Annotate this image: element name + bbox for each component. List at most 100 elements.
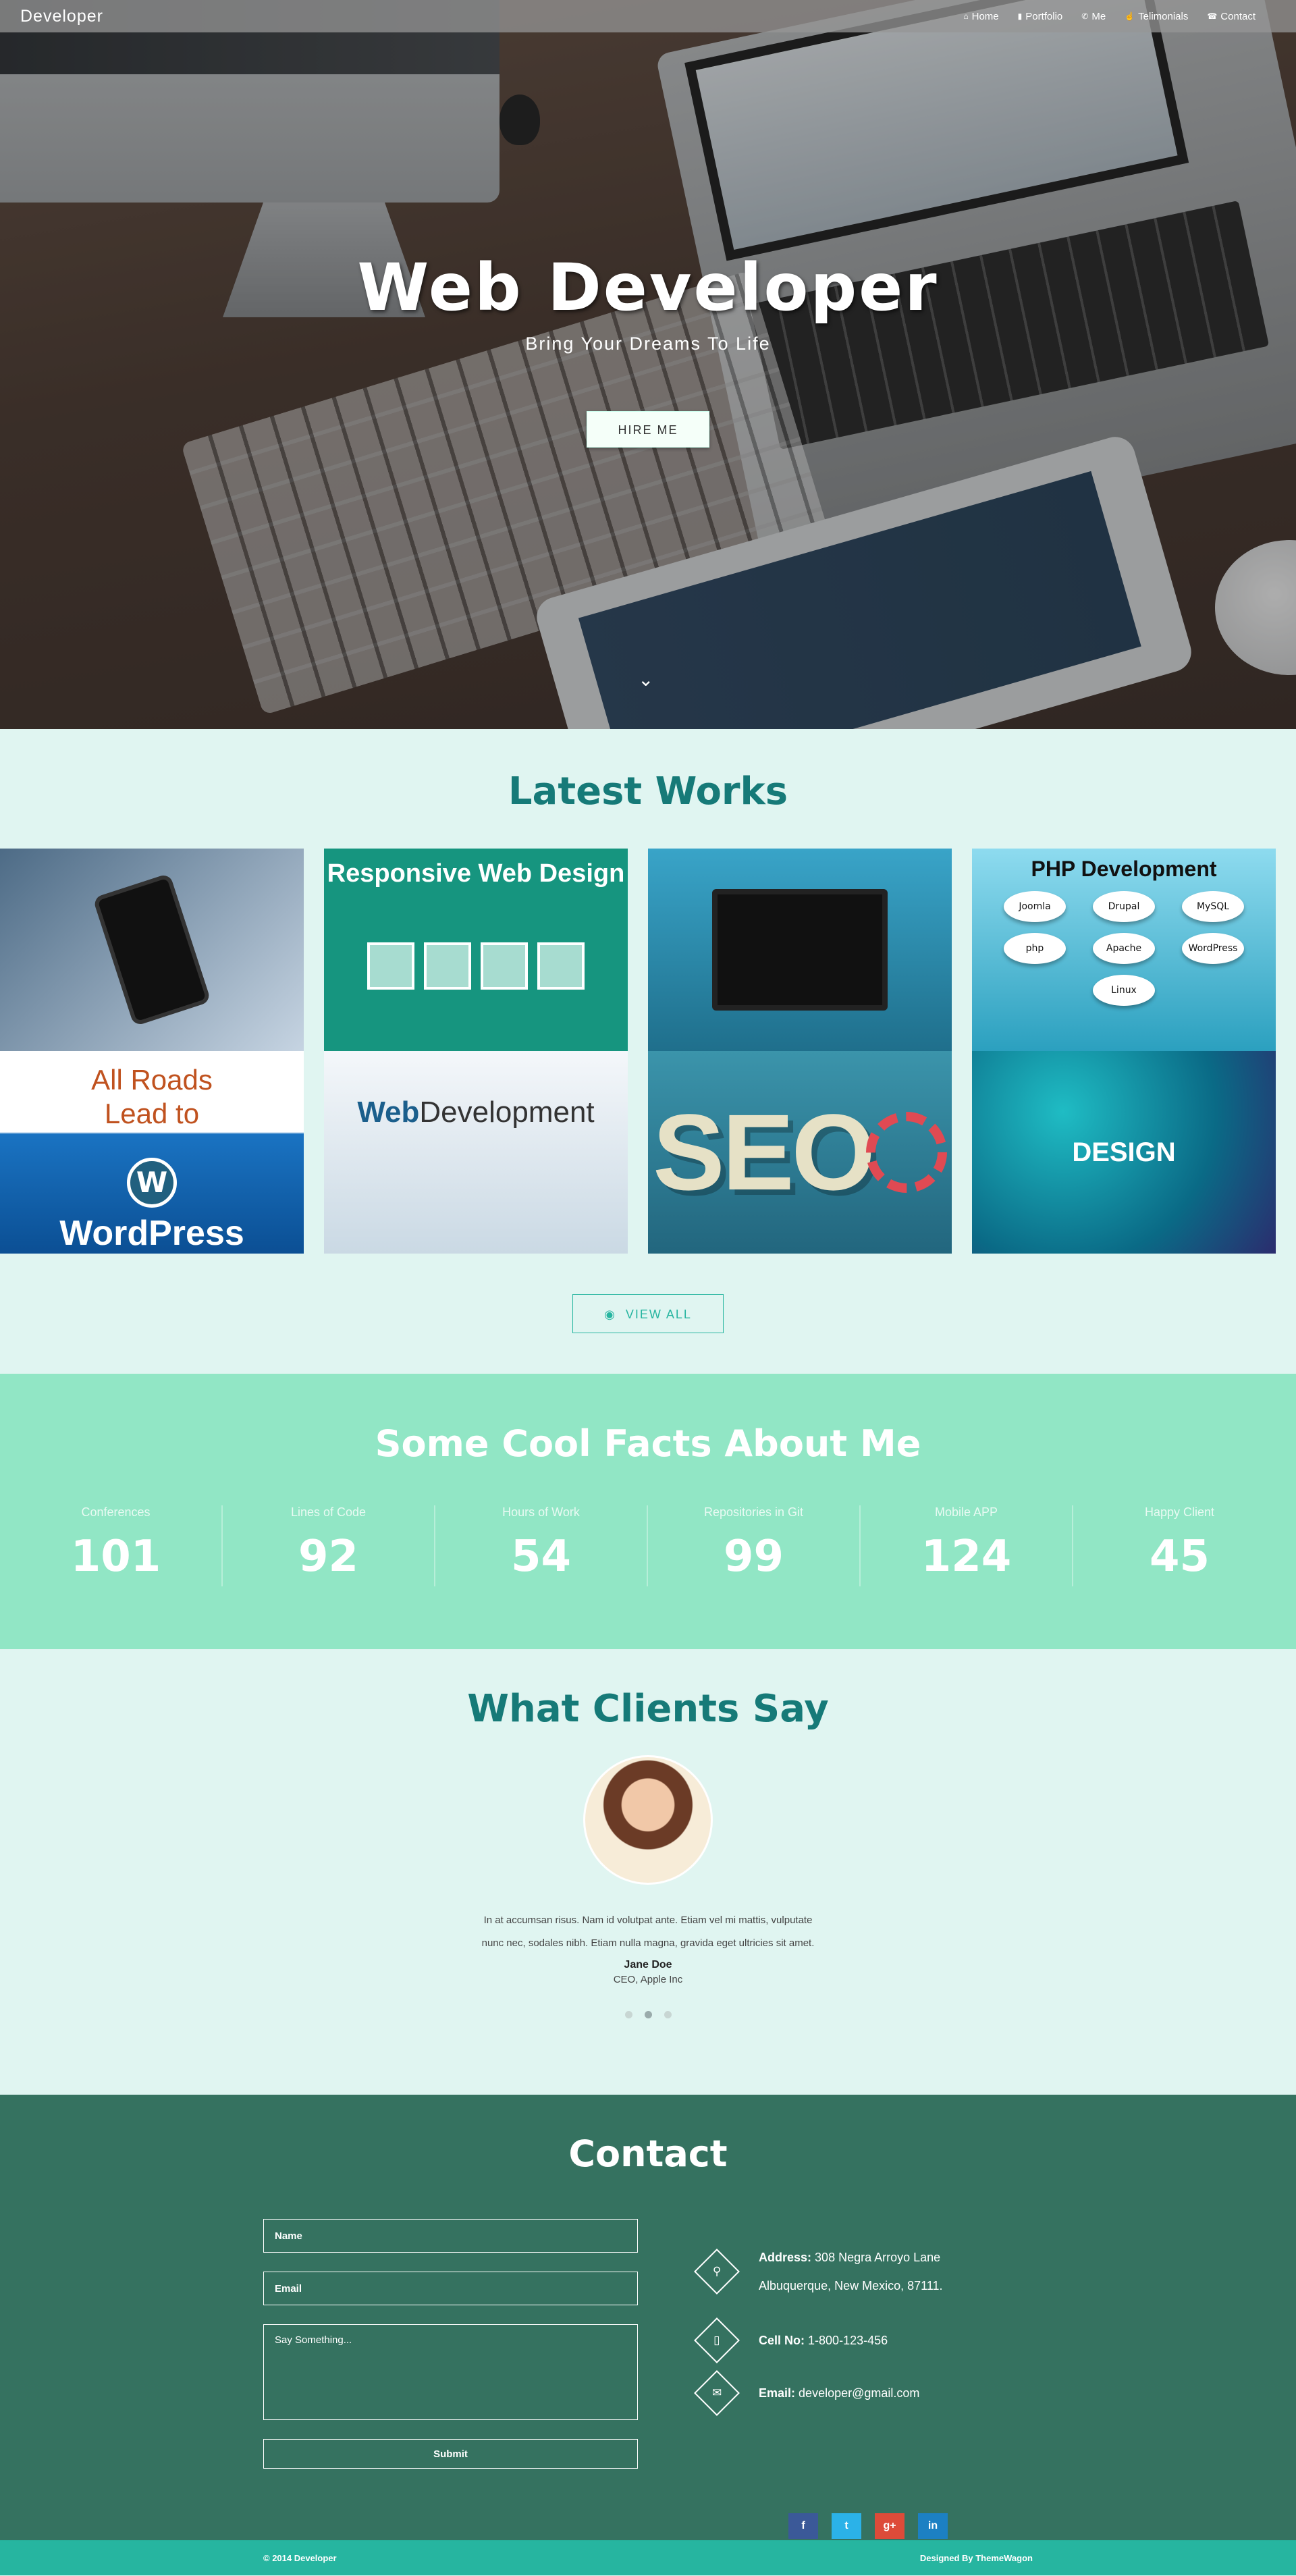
client-name: Jane Doe — [624, 1959, 672, 1970]
nav-me-label: Me — [1091, 10, 1106, 22]
view-all-label: VIEW ALL — [625, 1308, 692, 1321]
portfolio-item-webdev[interactable]: WebDevelopment — [324, 1051, 628, 1254]
thumbs-up-icon: ☝ — [1125, 11, 1135, 21]
seo-text: SEO — [653, 1092, 875, 1212]
testimonials-title: What Clients Say — [467, 1687, 829, 1731]
facts-row: Conferences 101 Lines of Code 92 Hours of … — [0, 1505, 1296, 1586]
php-tile-title: PHP Development — [1031, 857, 1217, 881]
fact-number: 54 — [510, 1532, 572, 1582]
brand-logo[interactable]: Developer — [20, 7, 103, 26]
portfolio-item-mobile[interactable] — [0, 849, 304, 1051]
nav-me-link[interactable]: ✆ Me — [1081, 11, 1106, 22]
wordpress-logo: WordPress — [1182, 933, 1244, 964]
fact-item: Mobile APP 124 — [861, 1505, 1073, 1586]
wp-line-3: WordPress — [59, 1214, 244, 1253]
client-avatar — [583, 1755, 713, 1885]
nav-contact-label: Contact — [1220, 10, 1256, 22]
footer: © 2014 Developer Designed By ThemeWagon — [0, 2540, 1296, 2575]
nav-contact-link[interactable]: ☎ Contact — [1207, 11, 1256, 22]
portfolio-item-seo[interactable]: SEO — [648, 1051, 952, 1254]
fact-number: 101 — [70, 1532, 161, 1582]
drupal-logo: Drupal — [1093, 891, 1155, 922]
contact-title: Contact — [568, 2132, 728, 2175]
portfolio-item-responsive[interactable]: Responsive Web Design — [324, 849, 628, 1051]
fact-number: 99 — [723, 1532, 784, 1582]
address-label: Address: — [759, 2251, 812, 2264]
hero-content: Web Developer Bring Your Dreams To Life … — [0, 250, 1296, 448]
nav-testimonials-link[interactable]: ☝ Telimonials — [1125, 11, 1188, 22]
message-field[interactable]: Say Something... — [263, 2324, 638, 2420]
portfolio-item-design[interactable]: DESIGN — [972, 1051, 1276, 1254]
email-label: Email: — [759, 2386, 796, 2400]
address-row: ⚲ Address: 308 Negra Arroyo Lane Albuque… — [694, 2243, 1046, 2300]
fact-number: 92 — [298, 1532, 359, 1582]
fact-label: Lines of Code — [290, 1505, 367, 1519]
email-row: ✉ Email: developer@gmail.com — [694, 2370, 1046, 2416]
carousel-indicators — [0, 2011, 1296, 2018]
carousel-dot-2[interactable] — [644, 2011, 652, 2018]
devices-illustration — [367, 942, 585, 990]
fact-number: 45 — [1149, 1532, 1210, 1582]
portfolio-item-wordpress[interactable]: All Roads Lead to W WordPress — [0, 1051, 304, 1254]
twitter-icon[interactable]: t — [832, 2513, 861, 2539]
fact-number: 124 — [921, 1532, 1012, 1582]
mysql-logo: MySQL — [1182, 891, 1244, 922]
phone-icon: ☎ — [1207, 11, 1218, 21]
copyright-text: © 2014 Developer — [263, 2552, 337, 2563]
wordpress-icon: W — [127, 1158, 177, 1208]
php-logo: php — [1004, 933, 1066, 964]
facebook-icon[interactable]: f — [788, 2513, 818, 2539]
hero-subtitle: Bring Your Dreams To Life — [525, 333, 771, 354]
name-field[interactable]: Name — [263, 2219, 638, 2253]
nav-home-label: Home — [971, 10, 999, 22]
joomla-logo: Joomla — [1004, 891, 1066, 922]
testimonial-quote: In at accumsan risus. Nam id volutpat an… — [481, 1914, 815, 1949]
address-line-1: 308 Negra Arroyo Lane — [815, 2251, 941, 2264]
google-plus-icon[interactable]: g+ — [875, 2513, 905, 2539]
php-logos: Joomla Drupal MySQL php Apache WordPress… — [1002, 891, 1245, 1006]
portfolio-item-devices[interactable] — [648, 849, 952, 1051]
hero-section: Web Developer Bring Your Dreams To Life … — [0, 0, 1296, 729]
email-field[interactable]: Email — [263, 2272, 638, 2305]
nav-portfolio-link[interactable]: ▮ Portfolio — [1018, 11, 1063, 22]
submit-button[interactable]: Submit — [263, 2439, 638, 2469]
chevron-down-icon[interactable]: ⌄ — [638, 668, 653, 691]
carousel-dot-1[interactable] — [624, 2011, 632, 2018]
address-line-2: Albuquerque, New Mexico, 87111. — [759, 2279, 943, 2292]
fact-label: Hours of Work — [502, 1505, 580, 1519]
carousel-dot-3[interactable] — [664, 2011, 672, 2018]
designer-credit[interactable]: Designed By ThemeWagon — [920, 2553, 1033, 2563]
eye-icon: ◉ — [604, 1308, 616, 1321]
megaphone-icon: ✆ — [1081, 11, 1089, 21]
testimonials-section: What Clients Say In at accumsan risus. N… — [0, 1649, 1296, 2095]
phone-image — [92, 873, 211, 1027]
phone-number[interactable]: 1-800-123-456 — [808, 2334, 888, 2347]
fact-item: Conferences 101 — [10, 1505, 223, 1586]
top-navbar: Developer ⌂ Home ▮ Portfolio ✆ Me ☝ Telimoni… — [0, 0, 1296, 32]
view-all-button[interactable]: ◉ VIEW ALL — [572, 1294, 724, 1333]
facts-title: Some Cool Facts About Me — [375, 1422, 921, 1465]
fact-item: Hours of Work 54 — [435, 1505, 648, 1586]
contact-info: ⚲ Address: 308 Negra Arroyo Lane Albuque… — [694, 2243, 1046, 2416]
webdev-tile-title: WebDevelopment — [357, 1096, 595, 1129]
nav-home-link[interactable]: ⌂ Home — [963, 11, 998, 22]
wp-line-1: All Roads — [91, 1064, 213, 1096]
fact-label: Conferences — [81, 1505, 151, 1519]
fact-label: Mobile APP — [934, 1505, 998, 1519]
apache-logo: Apache — [1093, 933, 1155, 964]
linux-logo: Linux — [1093, 975, 1155, 1006]
portfolio-item-php[interactable]: PHP Development Joomla Drupal MySQL php … — [972, 849, 1276, 1051]
facts-section: Some Cool Facts About Me Conferences 101 … — [0, 1374, 1296, 1649]
email-address[interactable]: developer@gmail.com — [799, 2386, 919, 2400]
mobile-icon: ▯ — [694, 2317, 740, 2363]
design-tile-title: DESIGN — [1072, 1137, 1176, 1167]
social-links: f t g+ in — [788, 2513, 948, 2539]
nav-testimonials-label: Telimonials — [1138, 10, 1189, 22]
envelope-icon: ✉ — [694, 2370, 740, 2416]
hire-me-button[interactable]: HIRE ME — [587, 411, 709, 448]
responsive-tile-title: Responsive Web Design — [327, 859, 625, 888]
fact-item: Repositories in Git 99 — [648, 1505, 861, 1586]
phone-row: ▯ Cell No: 1-800-123-456 — [694, 2317, 1046, 2363]
linkedin-icon[interactable]: in — [918, 2513, 948, 2539]
fact-label: Repositories in Git — [703, 1505, 804, 1519]
